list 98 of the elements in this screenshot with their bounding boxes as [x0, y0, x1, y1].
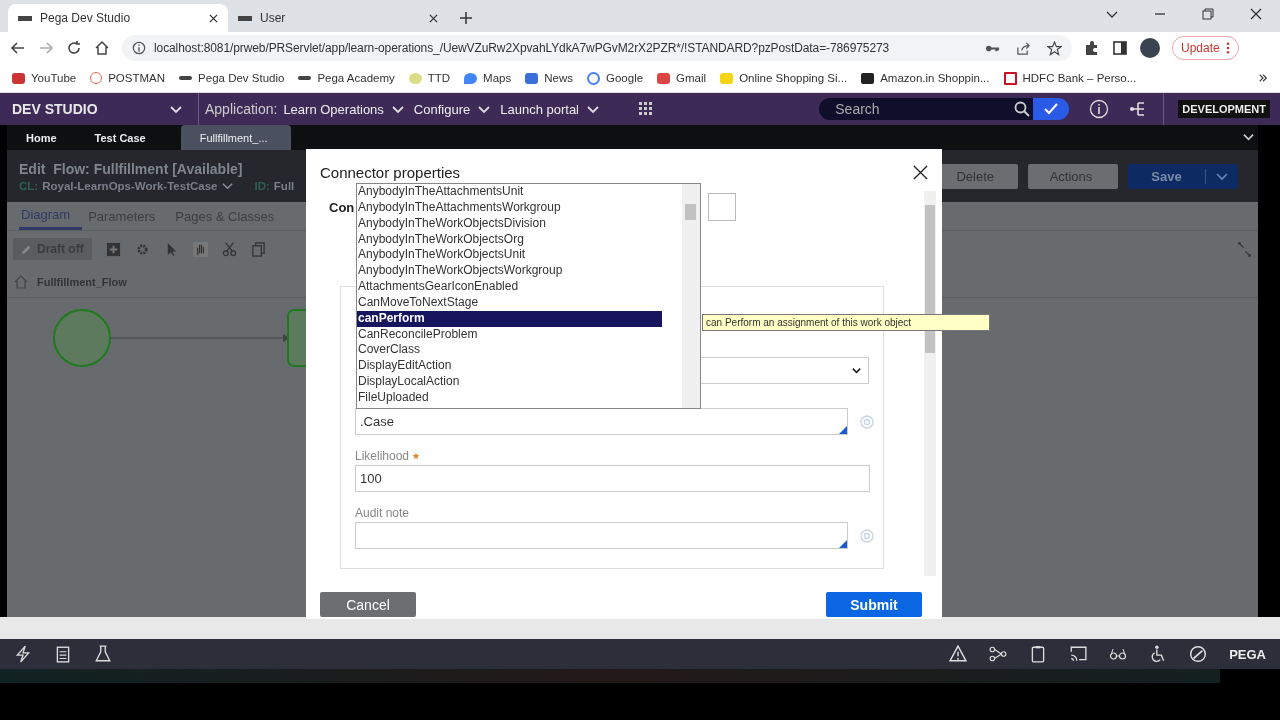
list-option[interactable]: DisplayEditAction [357, 358, 682, 375]
browser-tab[interactable]: Pega Dev Studio [8, 4, 228, 32]
close-icon[interactable] [429, 13, 438, 23]
add-icon[interactable] [105, 241, 121, 257]
app-grid-icon[interactable] [639, 102, 653, 116]
site-logo-icon [238, 15, 252, 21]
scrollbar[interactable] [682, 184, 700, 408]
search-icon[interactable] [1011, 98, 1034, 120]
star-icon[interactable] [1047, 40, 1062, 56]
list-option[interactable]: AnybodyInTheWorkObjectsWorkgroup [357, 263, 682, 280]
pega-logo: PEGA [1229, 646, 1266, 662]
more-vertical-icon[interactable] [1225, 42, 1230, 54]
site-logo-icon [18, 15, 32, 21]
input-field[interactable]: 100 [355, 465, 870, 492]
bookmark[interactable]: HDFC Bank – Perso... [1003, 71, 1137, 85]
class-label: CL: [19, 179, 39, 192]
avatar-icon[interactable] [1140, 38, 1160, 58]
chevron-down-icon[interactable] [478, 103, 491, 115]
field-label: Likelihood [355, 449, 883, 463]
address-bar[interactable]: localhost:8081/prweb/PRServlet/app/learn-operations_/UewVZuRw2XpvahLYdkA7wPGvM2rX2PZR*/!STANDARD?pzPostData=-786975273 [122, 35, 1072, 61]
list-option[interactable]: AnybodyInTheWorkObjectsOrg [357, 231, 682, 248]
rule-title: Edit Flow: Fullfillment [Available] [19, 160, 244, 177]
expression-field[interactable] [355, 522, 848, 549]
tooltip: can Perform an assignment of this work object [702, 314, 990, 331]
chevron-down-icon[interactable] [170, 103, 182, 115]
double-chevron-icon[interactable] [1258, 73, 1268, 83]
cancel-button[interactable]: Cancel [320, 592, 416, 617]
list-option[interactable]: AnybodyInTheWorkObjectsDivision [357, 215, 682, 232]
list-option[interactable]: FileUploaded [357, 389, 682, 406]
list-option[interactable]: CanMoveToNextStage [357, 294, 682, 311]
chevron-down-icon[interactable] [391, 103, 404, 115]
bookmark[interactable]: Online Shopping Si... [720, 72, 848, 84]
back-arrow-icon[interactable] [10, 40, 26, 56]
document-tab[interactable]: Home [7, 125, 76, 150]
chevron-down-icon[interactable] [1243, 131, 1254, 142]
list-option[interactable]: canPerform [357, 310, 662, 327]
search-field[interactable]: Search [819, 98, 1012, 120]
side-panel-icon[interactable] [1112, 40, 1128, 56]
document-tab[interactable]: Fullfillment_... [180, 125, 291, 150]
input-field[interactable] [708, 193, 737, 221]
save-split-button[interactable]: Save [1128, 163, 1238, 189]
browser-tab[interactable]: User [228, 4, 448, 32]
header-menu[interactable]: Configure [413, 101, 471, 117]
branch-icon[interactable] [989, 645, 1008, 663]
bookmark[interactable]: Amazon.in Shoppin... [861, 72, 990, 84]
list-option[interactable]: AnybodyInTheAttachmentsUnit [357, 184, 682, 200]
warning-icon[interactable] [949, 645, 968, 663]
lightning-icon[interactable] [14, 645, 32, 663]
checkmark-icon[interactable] [1033, 98, 1070, 120]
environment-badge: DEVELOPMENT [1178, 100, 1270, 118]
field-label: Con [329, 199, 355, 215]
bookmark[interactable]: Google [587, 71, 644, 85]
field-label: Audit note [355, 506, 411, 520]
list-option[interactable]: CoverClass [357, 342, 682, 359]
close-icon[interactable] [913, 164, 928, 180]
bookmark[interactable]: POSTMAN [90, 72, 166, 84]
bookmark[interactable]: YouTube [12, 72, 77, 84]
list-option[interactable]: DisplayLocalAction [357, 374, 682, 390]
restore-icon[interactable] [1202, 8, 1214, 20]
clipboard-list-icon[interactable] [54, 645, 72, 663]
dropdown-field[interactable] [699, 357, 869, 384]
bookmark[interactable]: News [525, 72, 573, 84]
info-icon [132, 41, 146, 55]
close-icon[interactable] [1250, 8, 1262, 20]
cast-icon[interactable] [1069, 645, 1088, 663]
bookmark[interactable]: Pega Dev Studio [179, 72, 285, 84]
chevron-down-icon[interactable] [587, 103, 599, 115]
update-button[interactable]: Update [1172, 36, 1239, 60]
bookmark[interactable]: Pega Academy [298, 72, 395, 84]
bookmark[interactable]: TTD [408, 72, 451, 84]
list-option[interactable]: AttachmentsGearIconEnabled [357, 279, 682, 295]
share-icon[interactable] [1016, 40, 1031, 56]
app-brand: DEV STUDIO [12, 101, 99, 117]
header-menu[interactable]: Launch portal [500, 101, 579, 117]
pencil-icon [21, 243, 32, 255]
close-icon[interactable] [209, 13, 218, 23]
list-option[interactable]: CanReconcileProblem [357, 326, 682, 343]
submit-button[interactable]: Submit [826, 592, 922, 617]
home-icon[interactable] [94, 40, 110, 56]
list-option[interactable]: AnybodyInTheWorkObjectsUnit [357, 247, 682, 264]
class-value[interactable]: Royal-LearnOps-Work-TestCase [42, 179, 218, 192]
reload-icon[interactable] [66, 40, 82, 56]
dialog-title: Connector properties [320, 163, 461, 181]
flask-icon[interactable] [94, 645, 112, 663]
new-tab-icon[interactable] [460, 12, 472, 24]
document-tab[interactable]: Test Case [75, 125, 165, 150]
bookmark[interactable]: Maps [464, 72, 512, 84]
id-value: Full [273, 179, 295, 192]
scrollbar[interactable] [924, 191, 936, 576]
application-label: Application: [205, 101, 278, 117]
bookmark[interactable]: Gmail [657, 72, 707, 84]
header-menu[interactable]: Learn Operations [283, 101, 384, 117]
puzzle-piece-icon[interactable] [1084, 40, 1100, 56]
info-icon[interactable] [1089, 99, 1110, 119]
chevron-down-icon[interactable] [851, 365, 862, 376]
id-label: ID: [254, 179, 270, 192]
copy-icon[interactable] [250, 241, 266, 257]
list-option[interactable]: AnybodyInTheAttachmentsWorkgroup [357, 199, 682, 216]
